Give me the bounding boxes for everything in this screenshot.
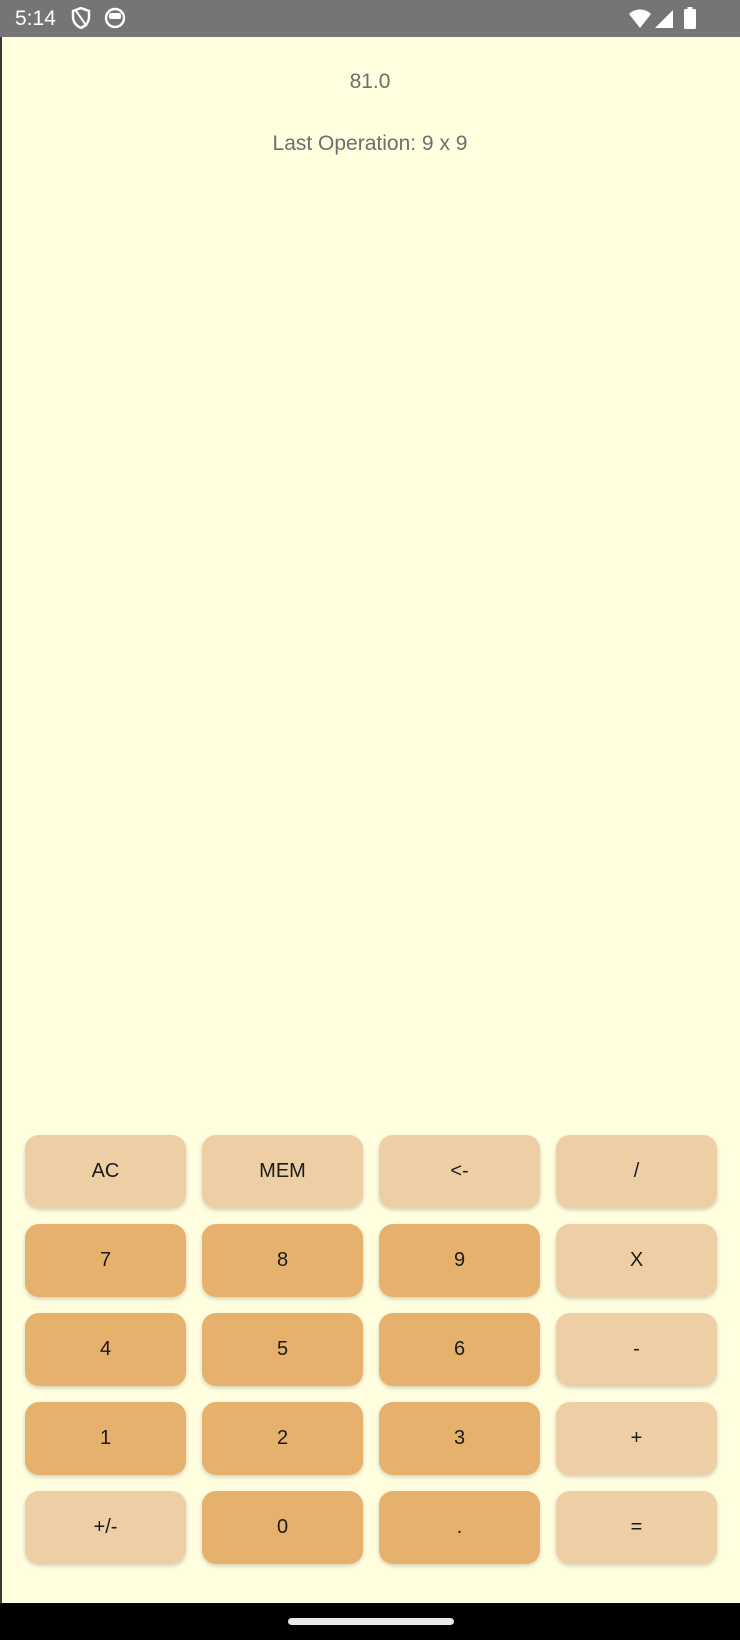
shield-icon xyxy=(71,7,91,29)
status-bar: 5:14 xyxy=(0,0,740,37)
toggle-sign-button[interactable]: +/- xyxy=(25,1491,186,1564)
decimal-button[interactable]: . xyxy=(379,1491,540,1564)
digit-5-button[interactable]: 5 xyxy=(202,1313,363,1386)
subtract-button[interactable]: - xyxy=(556,1313,717,1386)
digit-4-button[interactable]: 4 xyxy=(25,1313,186,1386)
digit-8-button[interactable]: 8 xyxy=(202,1224,363,1297)
result-display: 81.0 xyxy=(349,70,391,93)
digit-2-button[interactable]: 2 xyxy=(202,1402,363,1475)
screen-edge xyxy=(0,0,2,1640)
battery-icon xyxy=(684,7,696,29)
navigation-bar xyxy=(0,1603,740,1640)
digit-0-button[interactable]: 0 xyxy=(202,1491,363,1564)
digit-1-button[interactable]: 1 xyxy=(25,1402,186,1475)
digit-6-button[interactable]: 6 xyxy=(379,1313,540,1386)
memory-button[interactable]: MEM xyxy=(202,1135,363,1208)
backspace-button[interactable]: <- xyxy=(379,1135,540,1208)
last-operation-text: Last Operation: 9 x 9 xyxy=(272,132,468,155)
multiply-button[interactable]: X xyxy=(556,1224,717,1297)
keypad: AC MEM <-/ 7 8 9 X 4 5 6- 1 2 3 + +/- 0. = xyxy=(25,1135,717,1564)
signal-icon xyxy=(655,10,673,28)
divide-button[interactable]: / xyxy=(556,1135,717,1208)
wifi-icon xyxy=(629,9,651,28)
digit-9-button[interactable]: 9 xyxy=(379,1224,540,1297)
home-handle[interactable] xyxy=(288,1618,454,1625)
digit-7-button[interactable]: 7 xyxy=(25,1224,186,1297)
add-button[interactable]: + xyxy=(556,1402,717,1475)
equals-button[interactable]: = xyxy=(556,1491,717,1564)
clear-button[interactable]: AC xyxy=(25,1135,186,1208)
status-time: 5:14 xyxy=(15,7,56,30)
digit-3-button[interactable]: 3 xyxy=(379,1402,540,1475)
face-icon xyxy=(104,7,126,29)
